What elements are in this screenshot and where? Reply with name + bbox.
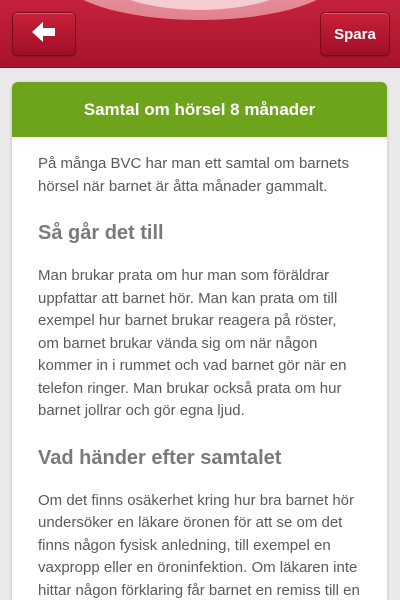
section-text-how: Man brukar prata om hur man som föräldra…: [38, 267, 347, 419]
back-button[interactable]: [12, 12, 76, 56]
intro-paragraph: På många BVC har man ett samtal om barne…: [38, 155, 349, 195]
section-heading-how: Så går det till: [38, 222, 164, 244]
section-text-after: Om det finns osäkerhet kring hur bra bar…: [38, 491, 360, 599]
section-heading-after: Vad händer efter samtalet: [38, 446, 282, 469]
save-button[interactable]: Spara: [320, 12, 390, 56]
content-card: Samtal om hörsel 8 månader På många BVC …: [12, 82, 387, 600]
card-title: Samtal om hörsel 8 månader: [83, 99, 316, 119]
top-bar: Spara: [0, 0, 400, 68]
card-body: På många BVC har man ett samtal om barne…: [12, 137, 387, 600]
arrow-left-icon: [32, 21, 56, 47]
card-title-bar: Samtal om hörsel 8 månader: [12, 82, 387, 137]
